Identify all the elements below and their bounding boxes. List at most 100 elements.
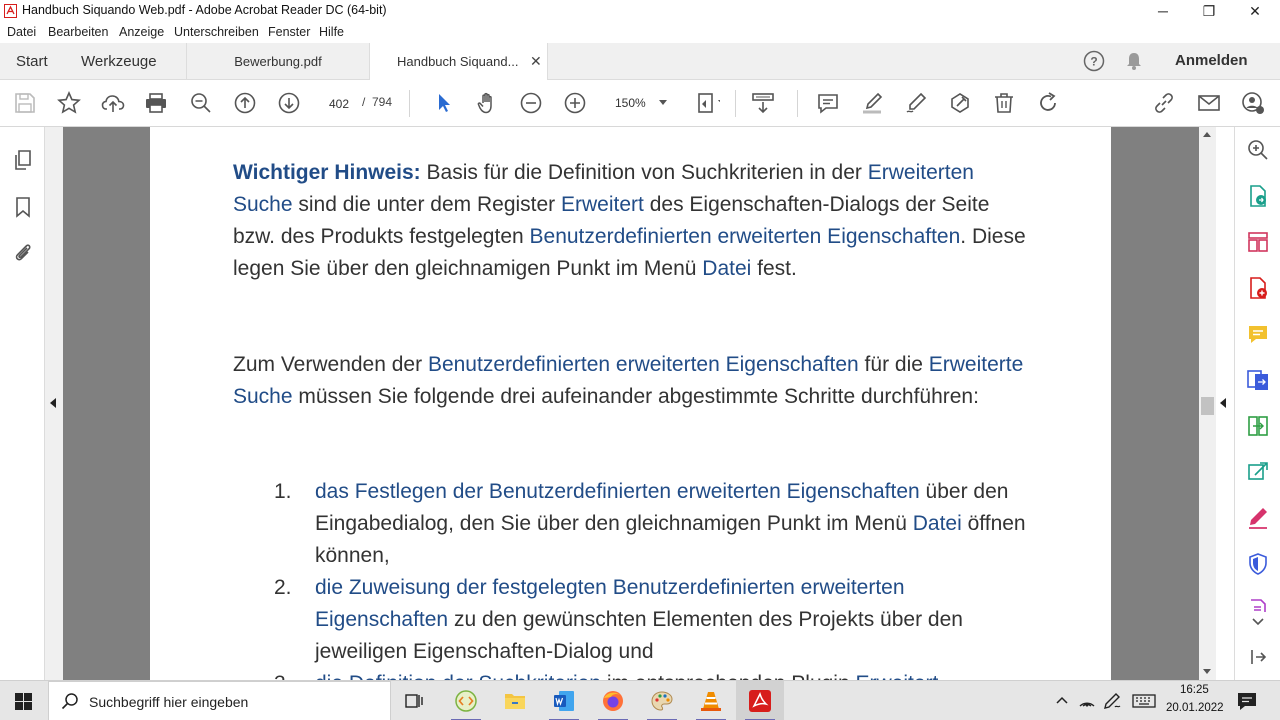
tab-tools[interactable]: Werkzeuge	[81, 53, 157, 70]
taskbar-app-firefox[interactable]	[589, 681, 637, 720]
list-number: 2.	[274, 576, 292, 599]
save-icon[interactable]	[13, 91, 37, 115]
page-thumbnails-icon[interactable]	[11, 148, 35, 172]
windows-start-button[interactable]	[0, 681, 48, 720]
taskbar-app-vlc[interactable]	[687, 681, 735, 720]
menu-anzeige[interactable]: Anzeige	[119, 25, 164, 39]
rotate-icon[interactable]	[1036, 91, 1060, 115]
taskbar-app-paint[interactable]	[638, 681, 686, 720]
paint-palette-icon	[651, 691, 673, 711]
paragraph-important-note: Wichtiger Hinweis: Basis für die Definit…	[233, 161, 1026, 280]
menu-datei[interactable]: Datei	[7, 25, 36, 39]
code-editor-app-icon	[455, 690, 477, 712]
expand-pane-icon[interactable]	[1246, 645, 1270, 669]
tab-document[interactable]: Bewerbung.pdf	[186, 43, 369, 80]
help-icon[interactable]: ?	[1083, 50, 1105, 72]
taskbar-app-acrobat-reader[interactable]	[736, 681, 784, 720]
comment-icon[interactable]	[816, 91, 840, 115]
link-benutzerdefinierte-eigenschaften[interactable]: Benutzerdefinierten erweiterten Eigensch…	[530, 225, 961, 248]
list-item-link[interactable]: das Festlegen der Benutzerdefinierten er…	[315, 480, 920, 503]
email-icon[interactable]	[1197, 91, 1221, 115]
toolbar-divider	[735, 90, 736, 117]
close-tab-icon[interactable]: ✕	[530, 53, 542, 70]
clock-date[interactable]: 20.01.2022	[1166, 702, 1224, 714]
window-title: Handbuch Siquando Web.pdf - Adobe Acroba…	[22, 3, 387, 17]
create-pdf-icon[interactable]	[1246, 276, 1270, 300]
taskbar-app-code-editor[interactable]	[442, 681, 490, 720]
send-for-review-icon[interactable]	[1246, 460, 1270, 484]
share-user-icon[interactable]	[1241, 91, 1265, 115]
minimize-button[interactable]: ─	[1140, 0, 1186, 22]
zoom-out-icon[interactable]	[519, 91, 543, 115]
export-pdf-icon[interactable]	[1246, 184, 1270, 208]
upload-cloud-icon[interactable]	[101, 91, 125, 115]
page-number-input[interactable]: 402	[322, 92, 356, 114]
taskbar-search-box[interactable]: Suchbegriff hier eingeben	[48, 681, 391, 720]
edit-pdf-icon[interactable]	[948, 91, 972, 115]
zoom-out-search-icon[interactable]	[189, 91, 213, 115]
link-datei[interactable]: Datei	[702, 257, 751, 280]
menu-hilfe[interactable]: Hilfe	[319, 25, 344, 39]
toolbar: 402 / 794 150%	[0, 80, 1280, 127]
keyboard-icon[interactable]	[1132, 691, 1156, 711]
collapse-right-pane-icon[interactable]	[1220, 398, 1226, 408]
select-cursor-icon[interactable]	[432, 91, 456, 115]
link-benutzerdefinierte-eigenschaften[interactable]: Benutzerdefinierten erweiterten Eigensch…	[428, 353, 859, 376]
chevron-up-icon[interactable]	[1052, 691, 1072, 711]
comment-tool-icon[interactable]	[1246, 322, 1270, 346]
link-datei[interactable]: Datei	[913, 512, 962, 535]
page-fit-icon[interactable]	[696, 91, 721, 115]
taskbar-app-file-explorer[interactable]	[491, 681, 539, 720]
notification-center-icon[interactable]	[1236, 690, 1258, 712]
list-item: das Festlegen der Benutzerdefinierten er…	[315, 480, 1026, 567]
organize-pages-icon[interactable]	[1246, 230, 1270, 254]
link-icon[interactable]	[1152, 91, 1176, 115]
collapse-left-pane-icon[interactable]	[50, 398, 56, 408]
print-icon[interactable]	[144, 91, 168, 115]
search-placeholder: Suchbegriff hier eingeben	[89, 694, 249, 710]
fill-sign-icon[interactable]	[1246, 506, 1270, 530]
close-window-button[interactable]: ✕	[1232, 0, 1278, 22]
left-navigation-pane	[0, 127, 45, 680]
scroll-up-arrow-icon[interactable]	[1203, 132, 1211, 137]
word-app-icon	[554, 691, 574, 711]
previous-page-icon[interactable]	[233, 91, 257, 115]
hand-tool-icon[interactable]	[475, 91, 499, 115]
tab-start[interactable]: Start	[16, 53, 48, 70]
title-bar: Handbuch Siquando Web.pdf - Adobe Acroba…	[0, 0, 1280, 22]
bell-icon[interactable]	[1124, 51, 1144, 71]
search-zoom-icon[interactable]	[1246, 138, 1270, 162]
zoom-level-select[interactable]: 150%	[605, 92, 671, 114]
bookmark-icon[interactable]	[11, 195, 35, 219]
attachment-paperclip-icon[interactable]	[11, 241, 35, 265]
menu-bearbeiten[interactable]: Bearbeiten	[48, 25, 108, 39]
maximize-button[interactable]: ❐	[1186, 0, 1232, 22]
compress-pdf-icon[interactable]	[1246, 414, 1270, 438]
menu-fenster[interactable]: Fenster	[268, 25, 310, 39]
delete-trash-icon[interactable]	[992, 91, 1016, 115]
scroll-down-arrow-icon[interactable]	[1203, 669, 1211, 674]
taskbar: Suchbegriff hier eingeben 16:25 20.01.20…	[0, 680, 1280, 720]
next-page-icon[interactable]	[277, 91, 301, 115]
highlight-pen-icon[interactable]	[860, 91, 884, 115]
task-view-button[interactable]	[391, 681, 439, 720]
vertical-scrollbar[interactable]	[1199, 127, 1216, 680]
tab-document-active[interactable]: Handbuch Siquand... ✕	[369, 43, 548, 80]
combine-files-icon[interactable]	[1246, 368, 1270, 392]
chevron-down-icon[interactable]	[1246, 610, 1270, 634]
link-erweitert[interactable]: Erweitert	[561, 193, 644, 216]
scrollbar-thumb[interactable]	[1201, 397, 1214, 415]
draw-freehand-icon[interactable]	[904, 91, 928, 115]
zoom-in-icon[interactable]	[563, 91, 587, 115]
right-tools-pane	[1234, 127, 1280, 680]
clock-time[interactable]: 16:25	[1180, 684, 1209, 696]
protect-shield-icon[interactable]	[1246, 552, 1270, 576]
task-view-icon	[405, 694, 423, 708]
sign-in-button[interactable]: Anmelden	[1175, 52, 1248, 69]
pen-workspace-icon[interactable]	[1102, 691, 1122, 711]
star-icon[interactable]	[57, 91, 81, 115]
taskbar-app-word[interactable]	[540, 681, 588, 720]
menu-unterschreiben[interactable]: Unterschreiben	[174, 25, 259, 39]
scroll-mode-icon[interactable]	[751, 91, 775, 115]
wifi-icon[interactable]	[1077, 691, 1097, 711]
